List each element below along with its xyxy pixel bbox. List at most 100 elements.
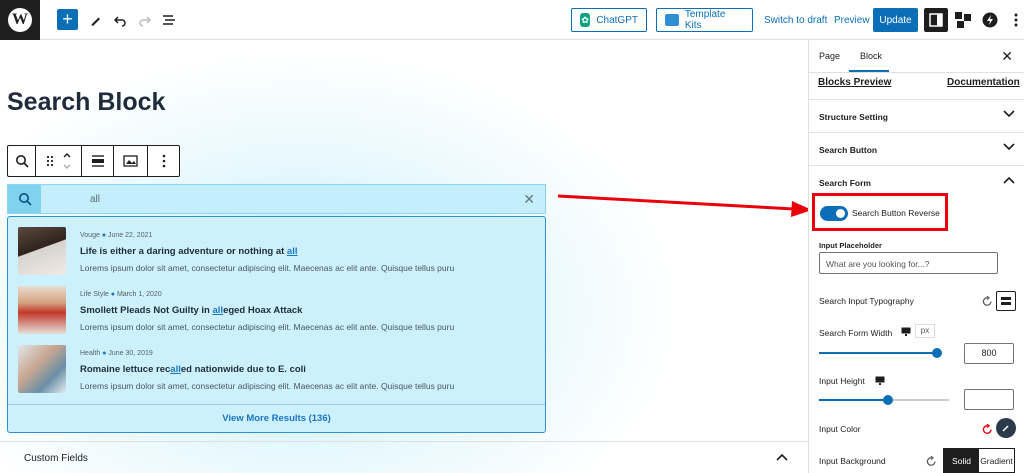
reset-color-icon[interactable] xyxy=(982,424,993,435)
typography-label: Search Input Typography xyxy=(819,296,914,306)
block-preview-button[interactable] xyxy=(114,146,148,176)
input-height-slider-fill xyxy=(819,399,887,401)
blocks-preview-link[interactable]: Blocks Preview xyxy=(818,77,891,88)
update-button[interactable]: Update xyxy=(873,8,918,32)
sidebar-layout-icon xyxy=(929,13,943,27)
result-item[interactable]: Life Style ● March 1, 2020 Smollett Plea… xyxy=(18,286,538,334)
search-submit-button[interactable] xyxy=(8,185,41,213)
chevron-down-icon xyxy=(1003,143,1015,151)
plugin-bolt-icon[interactable] xyxy=(980,10,1000,30)
result-meta: Life Style ● March 1, 2020 xyxy=(80,291,162,298)
template-kits-button[interactable]: Template Kits xyxy=(656,8,753,32)
desktop-device-icon[interactable] xyxy=(875,376,885,386)
chatgpt-icon: ✿ xyxy=(580,13,591,27)
highlight-box: Search Button Reverse xyxy=(812,193,948,231)
template-kits-icon xyxy=(665,14,679,26)
result-meta: Vouge ● June 22, 2021 xyxy=(80,232,153,239)
result-title[interactable]: Romaine lettuce recalled nationwide due … xyxy=(80,364,306,375)
chatgpt-button[interactable]: ✿ ChatGPT xyxy=(571,8,647,32)
search-block-type-button[interactable] xyxy=(8,146,36,176)
clear-search-icon[interactable]: ✕ xyxy=(523,191,535,208)
desktop-device-icon[interactable] xyxy=(901,327,911,337)
reset-icon[interactable] xyxy=(926,456,937,467)
tab-block[interactable]: Block xyxy=(860,51,882,61)
result-excerpt: Lorems ipsum dolor sit amet, consectetur… xyxy=(80,381,455,391)
chevron-up-icon xyxy=(776,453,788,461)
search-button-panel[interactable]: Search Button xyxy=(809,132,1024,165)
form-width-slider-thumb[interactable] xyxy=(932,348,942,358)
unit-selector[interactable]: px xyxy=(915,324,935,338)
input-background-label: Input Background xyxy=(819,456,886,466)
drag-move-controls[interactable] xyxy=(36,146,82,176)
view-more-results-button[interactable]: View More Results (136) xyxy=(8,404,545,432)
result-thumbnail xyxy=(18,227,66,275)
search-icon xyxy=(15,155,29,168)
block-toolbar xyxy=(7,145,180,177)
gradient-option[interactable]: Gradient xyxy=(979,449,1014,472)
structure-setting-panel[interactable]: Structure Setting xyxy=(809,99,1024,132)
close-icon[interactable]: ✕ xyxy=(1001,48,1013,65)
toggle-knob xyxy=(836,209,845,218)
template-kits-label: Template Kits xyxy=(684,9,726,31)
input-placeholder-label: Input Placeholder xyxy=(819,241,882,250)
add-block-button[interactable]: + xyxy=(57,9,78,30)
color-picker-button[interactable] xyxy=(996,418,1016,438)
result-item[interactable]: Vouge ● June 22, 2021 Life is either a d… xyxy=(18,227,538,275)
edit-pencil-icon[interactable] xyxy=(86,10,106,30)
search-input[interactable]: all xyxy=(90,194,100,205)
result-meta: Health ● June 30, 2019 xyxy=(80,350,153,357)
form-width-slider-fill xyxy=(819,352,937,354)
input-height-input[interactable] xyxy=(964,389,1014,410)
plugin-blocks-icon[interactable] xyxy=(953,10,973,30)
search-icon xyxy=(18,193,32,206)
result-thumbnail xyxy=(18,286,66,334)
switch-to-draft-link[interactable]: Switch to draft xyxy=(764,15,827,26)
top-toolbar: W + ✿ ChatGPT Template Kits Switch to dr… xyxy=(0,0,1024,40)
input-placeholder-field[interactable]: What are you looking for...? xyxy=(819,252,998,274)
custom-fields-label: Custom Fields xyxy=(24,453,88,464)
documentation-link[interactable]: Documentation xyxy=(947,77,1020,88)
eyedropper-icon xyxy=(1002,425,1009,432)
reset-icon[interactable] xyxy=(982,296,993,307)
result-excerpt: Lorems ipsum dolor sit amet, consectetur… xyxy=(80,263,455,273)
chevron-up-icon xyxy=(1003,176,1015,184)
drag-handle-icon xyxy=(46,155,53,167)
wordpress-logo-button[interactable]: W xyxy=(0,0,40,40)
chatgpt-label: ChatGPT xyxy=(596,14,638,26)
page-title[interactable]: Search Block xyxy=(7,88,165,117)
solid-option[interactable]: Solid xyxy=(944,449,979,472)
annotation-arrow xyxy=(557,194,812,217)
result-item[interactable]: Health ● June 30, 2019 Romaine lettuce r… xyxy=(18,345,538,393)
align-wide-icon xyxy=(91,155,104,167)
block-options-button[interactable] xyxy=(148,146,179,176)
move-up-down-icon xyxy=(63,153,70,169)
result-title[interactable]: Smollett Pleads Not Guilty in alleged Ho… xyxy=(80,305,302,316)
document-overview-icon[interactable] xyxy=(159,10,179,30)
background-type-toggle: Solid Gradient xyxy=(943,448,1015,473)
wordpress-icon: W xyxy=(8,8,32,32)
redo-icon[interactable] xyxy=(135,10,155,30)
undo-icon[interactable] xyxy=(110,10,130,30)
form-width-label: Search Form Width xyxy=(819,328,893,338)
sidebar-tabs: Page Block ✕ xyxy=(809,40,1024,73)
settings-toggle-button[interactable] xyxy=(924,8,948,32)
search-results-dropdown: Vouge ● June 22, 2021 Life is either a d… xyxy=(7,216,546,433)
preview-link[interactable]: Preview xyxy=(834,15,870,26)
form-width-input[interactable]: 800 xyxy=(964,343,1014,364)
typography-settings-button[interactable] xyxy=(996,291,1016,311)
panel-title: Search Button xyxy=(819,145,878,155)
more-options-icon[interactable] xyxy=(1006,10,1024,30)
custom-fields-panel[interactable]: Custom Fields xyxy=(0,441,808,473)
search-button-reverse-toggle[interactable] xyxy=(820,206,848,221)
toggle-label: Search Button Reverse xyxy=(852,208,940,218)
input-color-label: Input Color xyxy=(819,424,861,434)
result-title[interactable]: Life is either a daring adventure or not… xyxy=(80,246,297,257)
settings-sidebar: Page Block ✕ Blocks Preview Documentatio… xyxy=(808,40,1024,473)
panel-title: Search Form xyxy=(819,178,871,188)
tab-page[interactable]: Page xyxy=(819,51,840,61)
result-excerpt: Lorems ipsum dolor sit amet, consectetur… xyxy=(80,322,455,332)
search-form: all ✕ xyxy=(7,184,546,214)
align-button[interactable] xyxy=(82,146,114,176)
panel-title: Structure Setting xyxy=(819,112,888,122)
input-height-slider-thumb[interactable] xyxy=(883,395,893,405)
